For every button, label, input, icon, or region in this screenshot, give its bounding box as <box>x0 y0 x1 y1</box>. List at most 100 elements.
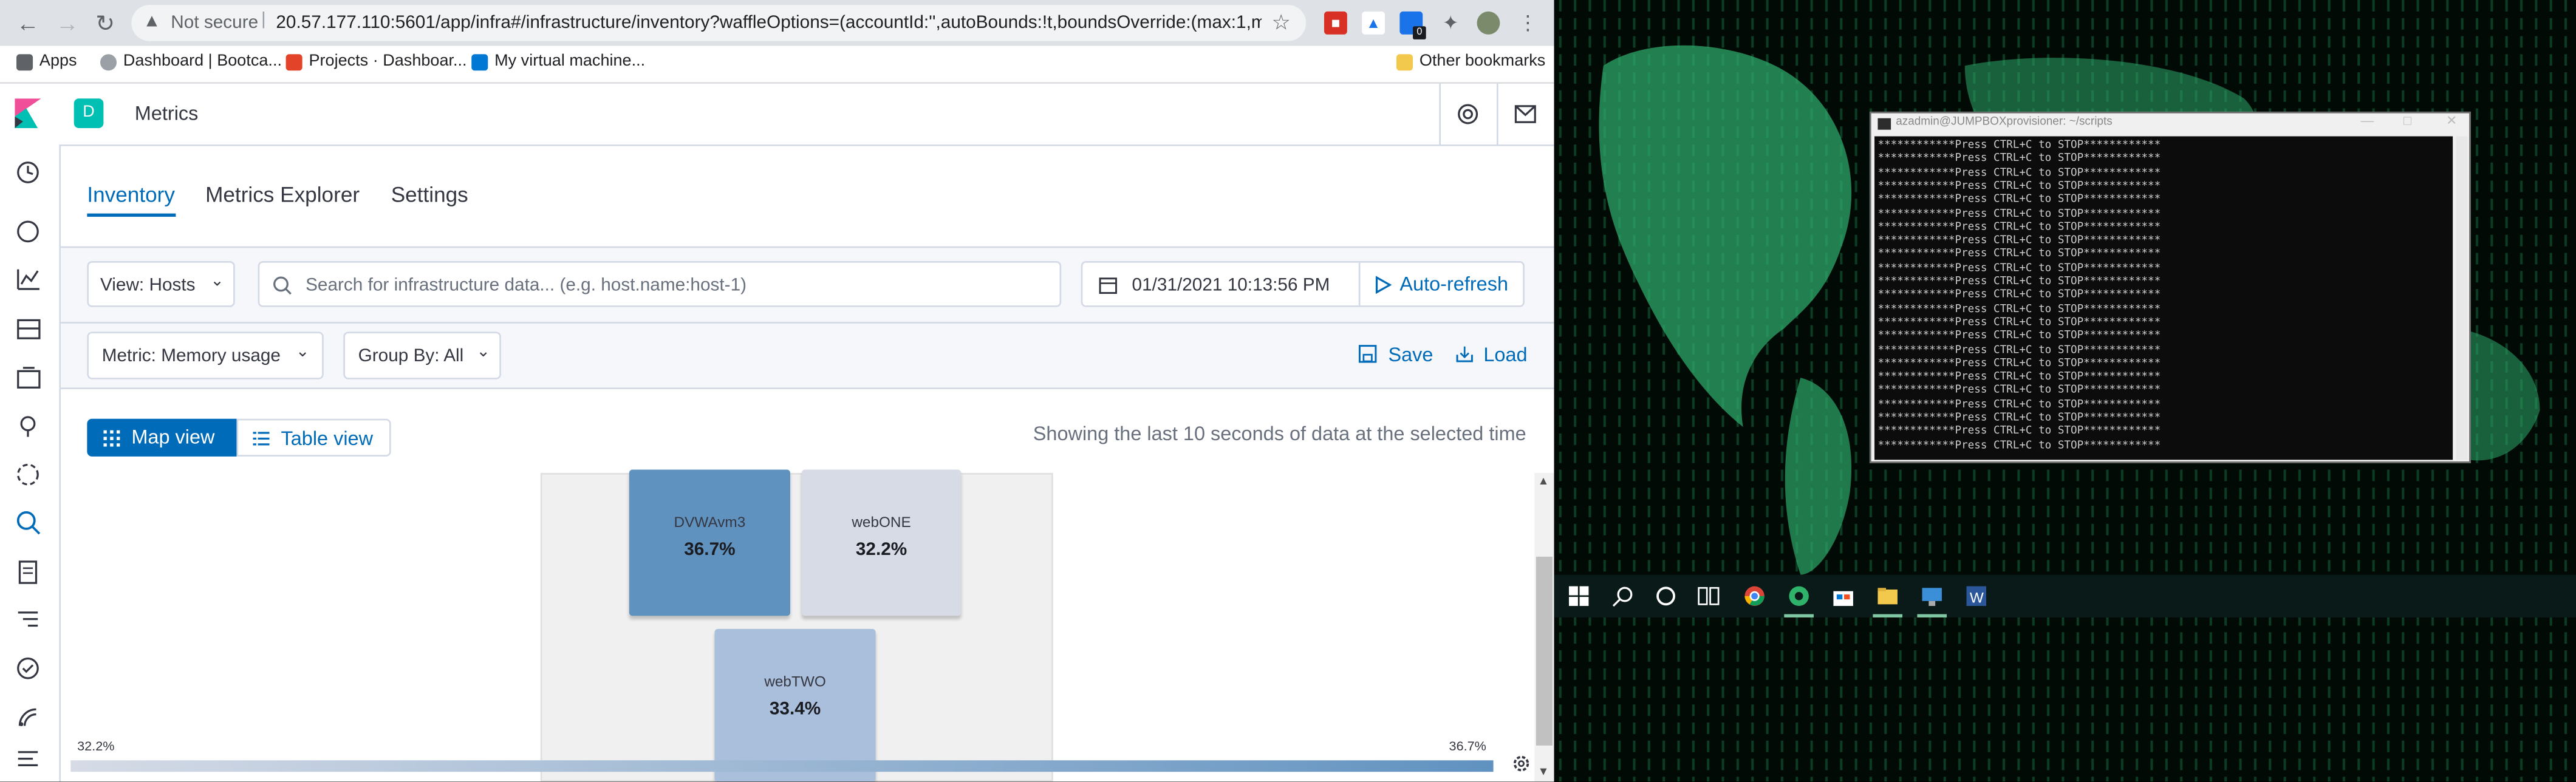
maps-icon[interactable] <box>15 412 44 442</box>
logs-icon[interactable] <box>15 559 44 588</box>
grid-icon <box>103 430 120 447</box>
browser-toolbar: ← → ↻ ▲ Not secure | 20.57.177.110:5601/… <box>0 0 1554 46</box>
recent-clock-icon[interactable] <box>15 159 44 189</box>
canvas-icon[interactable] <box>15 364 44 394</box>
google-drive-icon[interactable]: ▲ <box>1362 11 1385 35</box>
terminal-line: ************Press CTRL+C to STOP********… <box>1877 383 2161 396</box>
file-explorer-icon[interactable] <box>1876 585 1899 608</box>
ml-icon[interactable] <box>15 461 44 491</box>
url-text[interactable]: 20.57.177.110:5601/app/infra#/infrastruc… <box>276 13 1262 33</box>
terminal-line: ************Press CTRL+C to STOP********… <box>1877 206 2161 220</box>
search-icon[interactable] <box>1611 585 1635 608</box>
metrics-app-icon[interactable] <box>15 509 44 539</box>
node-value: 32.2% <box>855 540 907 560</box>
tab-metrics-explorer[interactable]: Metrics Explorer <box>205 182 360 207</box>
terminal-line: ************Press CTRL+C to STOP********… <box>1877 138 2161 151</box>
browser-window: ← → ↻ ▲ Not secure | 20.57.177.110:5601/… <box>0 0 1554 782</box>
tab-settings[interactable]: Settings <box>391 182 468 207</box>
svg-text:W: W <box>1970 590 1984 607</box>
scrollbar-thumb[interactable] <box>1536 556 1553 746</box>
kibana-logo-icon[interactable] <box>15 98 41 128</box>
view-select-label: View: Hosts <box>100 276 196 296</box>
load-button[interactable]: Load <box>1483 343 1527 366</box>
terminal-output[interactable]: ************Press CTRL+C to STOP********… <box>1874 136 2453 460</box>
windows-start-icon[interactable] <box>1567 585 1590 608</box>
kibana-header: D Metrics <box>0 83 1554 146</box>
task-view-icon[interactable] <box>1697 585 1720 608</box>
star-icon[interactable]: ☆ <box>1271 10 1291 36</box>
folder-icon <box>1396 53 1413 70</box>
space-avatar[interactable]: D <box>73 98 104 128</box>
table-view-button[interactable]: Table view <box>236 418 391 457</box>
close-icon[interactable]: ✕ <box>2446 114 2457 128</box>
word-icon[interactable]: W <box>1965 585 1988 608</box>
apm-icon[interactable] <box>15 606 44 636</box>
view-select[interactable]: View: Hosts ⌄ <box>87 261 235 307</box>
reload-icon[interactable]: ↻ <box>92 10 118 36</box>
breadcrumb: Metrics <box>134 101 199 125</box>
uptime-icon[interactable] <box>15 655 44 685</box>
terminal-line: ************Press CTRL+C to STOP********… <box>1877 301 2161 315</box>
group-by-select[interactable]: Group By: All ⌄ <box>343 332 501 379</box>
scroll-down-icon[interactable]: ▼ <box>1538 767 1549 778</box>
bookmark-projects[interactable]: Projects · Dashboar... <box>285 53 467 70</box>
terminal-line: ************Press CTRL+C to STOP********… <box>1877 424 2161 438</box>
extension-red-icon[interactable]: ■ <box>1324 11 1347 35</box>
puzzle-icon[interactable]: ✦ <box>1439 12 1462 35</box>
terminal-window[interactable]: azadmin@JUMPBOXprovisioner: ~/scripts — … <box>1869 111 2471 463</box>
terminal-line: ************Press CTRL+C to STOP********… <box>1877 165 2161 178</box>
node-value: 36.7% <box>684 540 736 560</box>
minimize-icon[interactable]: — <box>2361 114 2374 128</box>
terminal-line: ************Press CTRL+C to STOP********… <box>1877 356 2161 370</box>
node-webtwo[interactable]: webTWO 33.4% <box>714 628 876 782</box>
bookmark-dashboard[interactable]: Dashboard | Bootca... <box>100 52 282 71</box>
collapse-menu-icon[interactable] <box>15 746 44 775</box>
other-bookmarks[interactable]: Other bookmarks <box>1396 53 1545 70</box>
dashboard-icon[interactable] <box>15 315 44 345</box>
terminal-line: ************Press CTRL+C to STOP********… <box>1877 288 2161 301</box>
bookmark-apps[interactable]: Apps <box>16 53 77 70</box>
band-divider <box>61 322 1554 324</box>
date-value[interactable]: 01/31/2021 10:13:56 PM <box>1132 276 1330 295</box>
extension-badge-count: 0 <box>1413 26 1426 39</box>
search-placeholder: Search for infrastructure data... (e.g. … <box>306 276 747 296</box>
visualize-chart-icon[interactable] <box>15 266 44 296</box>
terminal-scrollbar[interactable] <box>2456 136 2468 460</box>
tab-inventory[interactable]: Inventory <box>87 182 175 207</box>
map-view-button[interactable]: Map view <box>87 418 237 457</box>
maximize-icon[interactable]: □ <box>2403 114 2411 128</box>
search-input[interactable]: Search for infrastructure data... (e.g. … <box>258 261 1062 307</box>
node-webone[interactable]: webONE 32.2% <box>801 469 962 616</box>
apps-grid-icon <box>16 53 33 70</box>
avatar[interactable] <box>1477 11 1500 35</box>
help-icon[interactable] <box>1457 103 1478 124</box>
chevron-down-icon: ⌄ <box>476 343 491 362</box>
address-bar[interactable]: ▲ Not secure | 20.57.177.110:5601/app/in… <box>131 5 1307 41</box>
terminal-line: ************Press CTRL+C to STOP********… <box>1877 438 2161 451</box>
siem-icon[interactable] <box>15 704 44 734</box>
more-menu-icon[interactable]: ⋮ <box>1516 12 1539 35</box>
date-divider <box>1358 262 1361 306</box>
bookmark-label: Dashboard | Bootca... <box>123 52 282 71</box>
save-button[interactable]: Save <box>1388 343 1433 366</box>
date-picker[interactable]: 01/31/2021 10:13:56 PM Auto-refresh <box>1081 261 1525 307</box>
back-icon[interactable]: ← <box>15 10 41 36</box>
inventory-page: Inventory Metrics Explorer Settings View… <box>61 146 1554 782</box>
bookmark-vm[interactable]: My virtual machine... <box>471 53 645 70</box>
header-divider <box>1439 83 1441 145</box>
scroll-up-icon[interactable]: ▲ <box>1538 476 1549 488</box>
metric-select[interactable]: Metric: Memory usage ⌄ <box>87 332 324 379</box>
forward-icon[interactable]: → <box>54 10 80 36</box>
gear-icon[interactable] <box>1511 753 1531 773</box>
chrome-icon[interactable] <box>1743 585 1766 608</box>
node-dvwavm3[interactable]: DVWAvm3 36.7% <box>629 469 790 616</box>
discover-compass-icon[interactable] <box>15 219 44 248</box>
store-icon[interactable] <box>1832 585 1855 608</box>
terminal-line: ************Press CTRL+C to STOP********… <box>1877 192 2161 206</box>
cortana-icon[interactable] <box>1655 585 1678 608</box>
remote-desktop-icon[interactable] <box>1921 585 1944 608</box>
toolbar-band: View: Hosts ⌄ Search for infrastructure … <box>61 246 1554 390</box>
auto-refresh-button[interactable]: Auto-refresh <box>1399 273 1508 296</box>
mail-icon[interactable] <box>1514 105 1536 123</box>
edge-icon[interactable] <box>1788 585 1811 608</box>
